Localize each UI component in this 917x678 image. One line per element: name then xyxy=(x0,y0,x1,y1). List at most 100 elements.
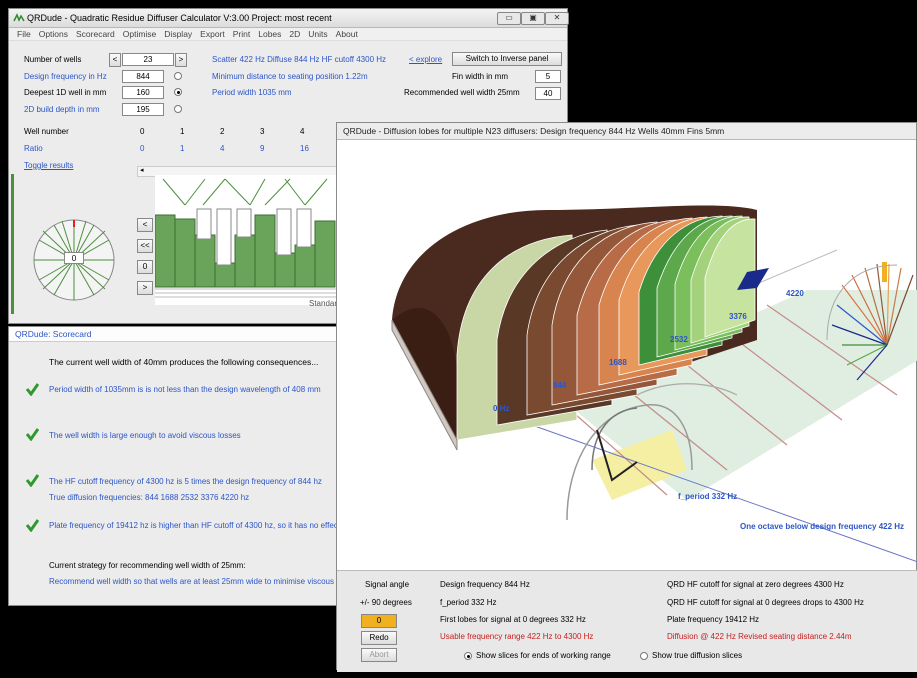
toggle-results-link[interactable]: Toggle results xyxy=(24,161,73,170)
angle-input[interactable]: 0 xyxy=(361,614,397,628)
close-icon[interactable]: ✕ xyxy=(545,12,569,25)
switch-inverse-button[interactable]: Switch to Inverse panel xyxy=(452,52,562,66)
check-icon xyxy=(25,383,39,396)
nav-prev-button[interactable]: < xyxy=(137,218,153,232)
fperiod-label: f_period 332 Hz xyxy=(678,492,738,501)
min-distance: Minimum distance to seating position 1.2… xyxy=(212,72,368,81)
nav-first-button[interactable]: << xyxy=(137,239,153,253)
design-freq-label: Design frequency in Hz xyxy=(24,72,107,81)
check-icon xyxy=(25,428,39,441)
rec-well-input[interactable]: 40 xyxy=(535,87,561,100)
menu-display[interactable]: Display xyxy=(164,28,192,40)
scorecard-title: QRDude: Scorecard xyxy=(9,327,337,342)
menubar: File Options Scorecard Optimise Display Expor… xyxy=(9,28,567,41)
scroll-left-icon[interactable]: ◂ xyxy=(140,166,144,174)
footer-qrd-drops: QRD HF cutoff for signal at 0 degrees dr… xyxy=(667,598,864,607)
ratio-value: 16 xyxy=(300,144,309,153)
redo-button[interactable]: Redo xyxy=(361,631,397,645)
strategy-detail: Recommend well width so that wells are a… xyxy=(49,577,359,586)
well-number-label: Well number xyxy=(24,127,69,136)
scorecard-window: QRDude: Scorecard The current well width… xyxy=(8,326,359,606)
footer-diffusion-note: Diffusion @ 422 Hz Revised seating dista… xyxy=(667,632,852,641)
menu-2d[interactable]: 2D xyxy=(289,28,300,40)
build-depth-radio[interactable] xyxy=(174,105,182,113)
freq-label: 2532 xyxy=(670,335,688,344)
well-depth-chart xyxy=(155,175,337,305)
scorecard-item: The well width is large enough to avoid … xyxy=(49,431,241,440)
strategy-label: Current strategy for recommending well w… xyxy=(49,561,246,570)
well-number: 2 xyxy=(220,127,225,136)
show-ends-radio[interactable] xyxy=(464,652,472,660)
diffusion-footer: Signal angle +/- 90 degrees 0 Redo Abort… xyxy=(337,570,917,672)
maximize-icon[interactable]: ▣ xyxy=(521,12,545,25)
well-number: 4 xyxy=(300,127,305,136)
menu-lobes[interactable]: Lobes xyxy=(258,28,281,40)
wells-label: Number of wells xyxy=(24,55,82,64)
show-true-radio[interactable] xyxy=(640,652,648,660)
true-diffusion: True diffusion frequencies: 844 1688 253… xyxy=(49,493,250,502)
check-icon xyxy=(25,519,39,532)
well-number: 3 xyxy=(260,127,265,136)
diffusion-window: QRDude - Diffusion lobes for multiple N2… xyxy=(336,122,917,672)
left-strip xyxy=(11,174,14,314)
deepest-input[interactable]: 160 xyxy=(122,86,164,99)
fin-label: Fin width in mm xyxy=(452,72,509,81)
period-width: Period width 1035 mm xyxy=(212,88,292,97)
abort-button[interactable]: Abort xyxy=(361,648,397,662)
scorecard-item: The HF cutoff frequency of 4300 hz is 5 … xyxy=(49,477,322,486)
wells-input[interactable]: 23 xyxy=(122,53,174,66)
scatter-info: Scatter 422 Hz Diffuse 844 Hz HF cutoff … xyxy=(212,55,387,64)
main-title: QRDude - Quadratic Residue Diffuser Calc… xyxy=(27,13,332,23)
fin-input[interactable]: 5 xyxy=(535,70,561,83)
design-freq-input[interactable]: 844 xyxy=(122,70,164,83)
wells-decrement-button[interactable]: < xyxy=(109,53,121,67)
dial-value[interactable]: 0 xyxy=(64,252,84,264)
freq-label: 0 Hz xyxy=(493,404,510,413)
signal-angle-label: Signal angle xyxy=(365,580,410,589)
menu-about[interactable]: About xyxy=(336,28,358,40)
footer-plate-freq: Plate frequency 19412 Hz xyxy=(667,615,760,624)
angle-range-label: +/- 90 degrees xyxy=(360,598,412,607)
menu-file[interactable]: File xyxy=(17,28,31,40)
scorecard-item: Plate frequency of 19412 hz is higher th… xyxy=(49,521,340,530)
freq-label: 3376 xyxy=(729,312,747,321)
wells-increment-button[interactable]: > xyxy=(175,53,187,67)
menu-print[interactable]: Print xyxy=(233,28,250,40)
minimize-icon[interactable]: ▭ xyxy=(497,12,521,25)
scorecard-item: Period width of 1035mm is is not less th… xyxy=(49,385,321,394)
explore-link[interactable]: < explore xyxy=(409,55,442,64)
ratio-value: 0 xyxy=(140,144,145,153)
footer-qrd-zero: QRD HF cutoff for signal at zero degrees… xyxy=(667,580,844,589)
ratio-value: 9 xyxy=(260,144,265,153)
menu-optimise[interactable]: Optimise xyxy=(123,28,157,40)
footer-f-period: f_period 332 Hz xyxy=(440,598,497,607)
nav-zero-button[interactable]: 0 xyxy=(137,260,153,274)
check-icon xyxy=(25,474,39,487)
build-depth-label: 2D build depth in mm xyxy=(24,105,100,114)
nav-next-button[interactable]: > xyxy=(137,281,153,295)
footer-design-freq: Design frequency 844 Hz xyxy=(440,580,530,589)
ratio-label: Ratio xyxy=(24,144,43,153)
show-ends-label: Show slices for ends of working range xyxy=(476,651,611,660)
menu-units[interactable]: Units xyxy=(308,28,327,40)
well-number: 1 xyxy=(180,127,185,136)
show-true-label: Show true diffusion slices xyxy=(652,651,743,660)
build-depth-input[interactable]: 195 xyxy=(122,103,164,116)
ratio-value: 1 xyxy=(180,144,185,153)
main-titlebar[interactable]: QRDude - Quadratic Residue Diffuser Calc… xyxy=(9,9,569,28)
menu-options[interactable]: Options xyxy=(39,28,68,40)
scorecard-intro: The current well width of 40mm produces … xyxy=(49,357,319,367)
diffusion-title: QRDude - Diffusion lobes for multiple N2… xyxy=(337,123,916,140)
menu-scorecard[interactable]: Scorecard xyxy=(76,28,115,40)
app-logo-icon xyxy=(13,13,25,22)
menu-export[interactable]: Export xyxy=(200,28,225,40)
footer-usable-range: Usable frequency range 422 Hz to 4300 Hz xyxy=(440,632,594,641)
standard-label: Standar xyxy=(309,299,338,308)
well-number: 0 xyxy=(140,127,145,136)
deepest-radio[interactable] xyxy=(174,88,182,96)
freq-label: 1688 xyxy=(609,358,627,367)
freq-label: 4220 xyxy=(786,289,804,298)
diffusion-3d-view xyxy=(391,205,917,563)
design-freq-radio[interactable] xyxy=(174,72,182,80)
footer-first-lobes: First lobes for signal at 0 degrees 332 … xyxy=(440,615,586,624)
